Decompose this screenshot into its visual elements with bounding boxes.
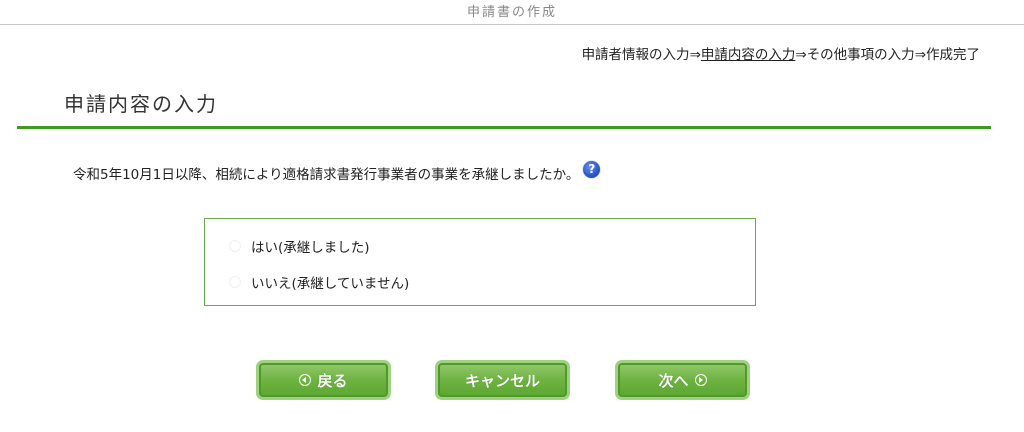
option-yes-label: はい(承継しました): [251, 240, 370, 256]
step-other-matters: その他事項の入力: [806, 47, 915, 63]
help-icon[interactable]: ?: [583, 160, 601, 178]
circle-left-arrow-icon: [299, 374, 312, 386]
option-no[interactable]: いいえ(承継していません): [229, 272, 409, 292]
question-row: 令和5年10月1日以降、相続により適格請求書発行事業者の事業を承継しましたか。 …: [73, 160, 601, 183]
next-button[interactable]: 次へ: [615, 360, 750, 400]
step-application-content-current: 申請内容の入力: [700, 47, 796, 63]
answer-options-box: はい(承継しました) いいえ(承継していません): [204, 218, 756, 306]
step-applicant-info: 申請者情報の入力: [581, 47, 690, 63]
radio-no[interactable]: [229, 276, 241, 288]
window-title: 申請書の作成: [0, 0, 1024, 25]
step-arrow: ⇒: [689, 47, 701, 63]
radio-yes[interactable]: [229, 240, 241, 252]
progress-breadcrumb: 申請者情報の入力⇒申請内容の入力⇒その他事項の入力⇒作成完了: [582, 43, 980, 63]
title-divider: [17, 126, 991, 129]
next-button-label: 次へ: [658, 371, 689, 390]
back-button-label: 戻る: [317, 371, 348, 390]
back-button[interactable]: 戻る: [256, 360, 391, 400]
cancel-button-label: キャンセル: [464, 371, 540, 390]
step-arrow: ⇒: [795, 47, 807, 63]
question-text: 令和5年10月1日以降、相続により適格請求書発行事業者の事業を承継しましたか。: [73, 167, 580, 183]
option-yes[interactable]: はい(承継しました): [229, 236, 370, 256]
circle-right-arrow-icon: [694, 374, 707, 386]
option-no-label: いいえ(承継していません): [251, 276, 410, 292]
cancel-button[interactable]: キャンセル: [435, 360, 570, 400]
page-title: 申請内容の入力: [64, 92, 218, 116]
step-arrow: ⇒: [914, 47, 926, 63]
step-complete: 作成完了: [926, 47, 980, 63]
